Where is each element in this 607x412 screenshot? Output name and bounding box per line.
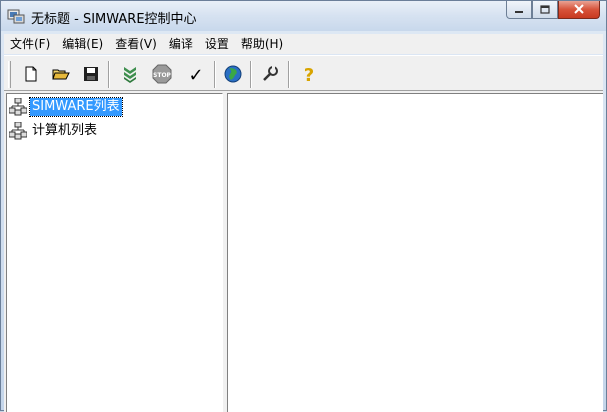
globe-button[interactable]: [222, 64, 244, 86]
toolbar-separator: [250, 61, 252, 88]
wrench-icon: [261, 65, 279, 86]
menu-settings[interactable]: 设置: [199, 34, 235, 54]
question-mark-icon: ?: [303, 64, 315, 86]
build-button[interactable]: [119, 64, 141, 86]
help-button[interactable]: ?: [298, 64, 320, 86]
menu-compile[interactable]: 编译: [163, 34, 199, 54]
stop-button[interactable]: STOP: [151, 64, 173, 86]
title-bar[interactable]: 无标题 - SIMWARE控制中心: [1, 1, 606, 31]
tree-item-computer-list[interactable]: 计算机列表: [8, 121, 99, 141]
caption-buttons: [506, 1, 600, 21]
app-icon[interactable]: [7, 7, 25, 25]
tree-item-simware-list[interactable]: SIMWARE列表: [8, 97, 123, 117]
tree-item-label: SIMWARE列表: [29, 97, 123, 117]
tree-item-label: 计算机列表: [32, 123, 98, 138]
toolbar-separator: [288, 61, 290, 88]
window-title: 无标题 - SIMWARE控制中心: [31, 12, 197, 27]
tree-view[interactable]: SIMWARE列表 计算机列表: [6, 93, 223, 412]
maximize-icon: [540, 3, 550, 17]
minimize-button[interactable]: [506, 1, 532, 19]
client-area: SIMWARE列表 计算机列表: [4, 91, 603, 412]
menu-file[interactable]: 文件(F): [4, 34, 56, 54]
open-folder-button[interactable]: [50, 64, 72, 86]
toolbar: STOP ✓ ?: [4, 55, 603, 91]
save-button[interactable]: [80, 64, 102, 86]
minimize-icon: [514, 3, 524, 17]
tools-button[interactable]: [259, 64, 281, 86]
app-window: 无标题 - SIMWARE控制中心 文件(F) 编辑(E) 查看(V) 编译 设…: [0, 0, 607, 412]
network-computers-icon: [8, 97, 28, 116]
menu-view[interactable]: 查看(V): [109, 34, 163, 54]
new-document-icon: [23, 66, 39, 85]
toolbar-separator: [108, 61, 110, 88]
menu-bar: 文件(F) 编辑(E) 查看(V) 编译 设置 帮助(H): [4, 34, 603, 54]
open-folder-icon: [52, 66, 70, 85]
stop-sign-label: STOP: [153, 72, 172, 79]
floppy-disk-icon: [83, 66, 99, 85]
toolbar-separator: [214, 61, 216, 88]
menu-edit[interactable]: 编辑(E): [56, 34, 109, 54]
menu-help[interactable]: 帮助(H): [235, 34, 289, 54]
green-arrows-icon: [122, 65, 138, 86]
new-document-button[interactable]: [20, 64, 42, 86]
toolbar-grip[interactable]: [8, 61, 11, 88]
close-button[interactable]: [558, 1, 600, 19]
check-mark-icon: ✓: [188, 64, 204, 86]
close-icon: [573, 3, 585, 17]
content-pane[interactable]: [227, 93, 603, 412]
maximize-button[interactable]: [532, 1, 558, 19]
network-computers-icon: [8, 121, 28, 140]
stop-sign-icon: STOP: [152, 64, 172, 87]
check-button[interactable]: ✓: [185, 64, 207, 86]
globe-icon: [224, 65, 242, 86]
